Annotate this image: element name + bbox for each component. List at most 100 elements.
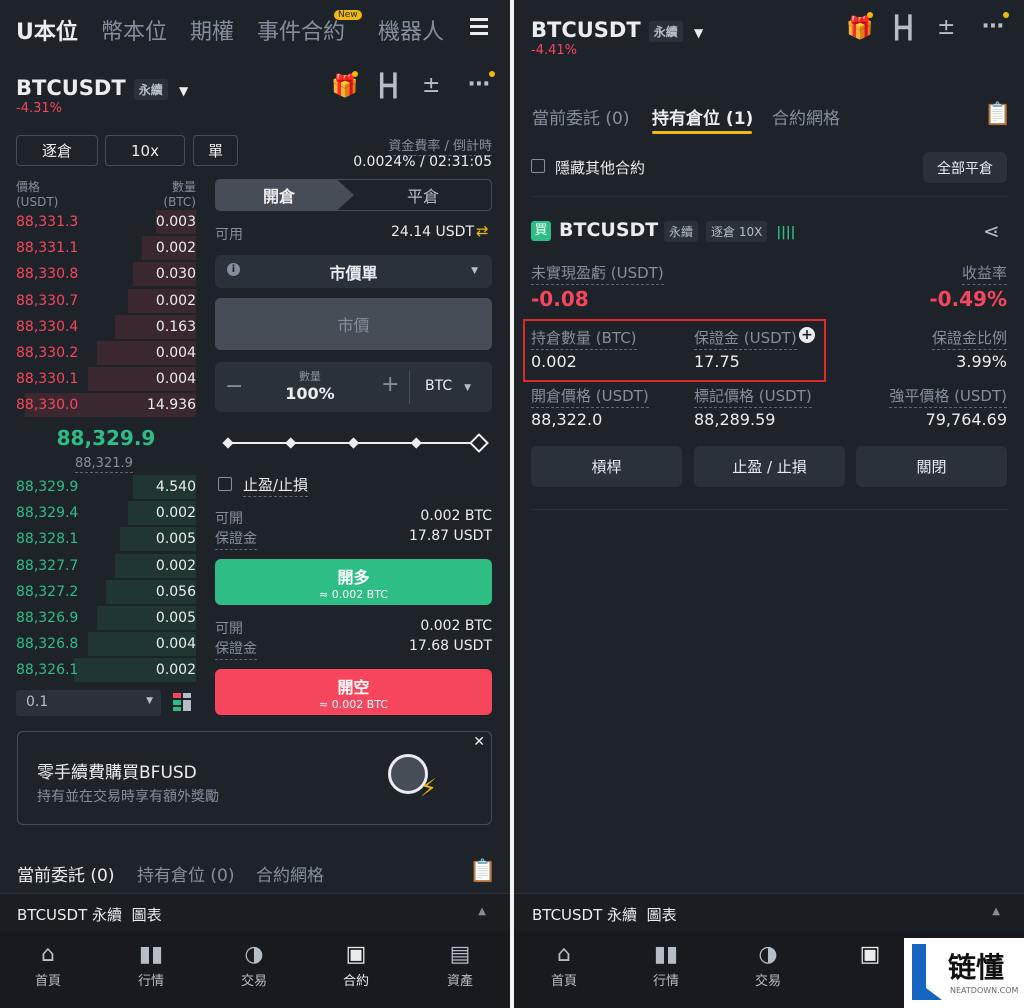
price-input[interactable]: 市價 bbox=[215, 298, 492, 350]
open-long-button[interactable]: 開多 ≈ 0.002 BTC bbox=[215, 559, 492, 605]
nav-trade[interactable]: ◑ 交易 bbox=[738, 942, 798, 989]
hide-other-label[interactable]: 隱藏其他合約 bbox=[555, 157, 645, 178]
orderbook-row[interactable]: 88,330.0 14.936 bbox=[16, 393, 196, 419]
bar-chart-icon: ▮▮ bbox=[138, 942, 164, 967]
more-icon[interactable]: ⋯ bbox=[468, 74, 490, 96]
position-size-label: 持倉數量 (BTC) bbox=[531, 327, 637, 350]
calculator-icon[interactable]: ± bbox=[422, 75, 440, 97]
hamburger-icon[interactable] bbox=[470, 18, 488, 36]
leverage-button[interactable]: 10x bbox=[105, 135, 185, 166]
tab-grid[interactable]: 合約網格 bbox=[256, 861, 324, 886]
orderbook-row[interactable]: 88,326.8 0.004 bbox=[16, 632, 196, 658]
orderbook-row[interactable]: 88,327.2 0.056 bbox=[16, 579, 196, 606]
candlestick-icon[interactable]: ┣┫ bbox=[890, 18, 917, 40]
orderbook-row[interactable]: 88,330.4 0.163 bbox=[16, 314, 196, 341]
nav-futures[interactable]: ▣ 合約 bbox=[326, 942, 386, 989]
orderbook-price: 88,330.4 bbox=[16, 318, 79, 335]
leverage-button[interactable]: 槓桿 bbox=[531, 446, 682, 487]
tab-close[interactable]: 平倉 bbox=[354, 180, 491, 210]
nav-markets[interactable]: ▮▮ 行情 bbox=[636, 942, 696, 989]
close-position-button[interactable]: 關閉 bbox=[856, 446, 1007, 487]
tab-options[interactable]: 期權 bbox=[190, 14, 234, 46]
info-icon[interactable]: i bbox=[227, 263, 240, 276]
nav-home[interactable]: ⌂ 首頁 bbox=[534, 942, 594, 989]
tab-usdm[interactable]: U本位 bbox=[16, 14, 78, 46]
tpsl-checkbox[interactable] bbox=[218, 477, 232, 491]
symbol-selector[interactable]: BTCUSDT 永續 ▼ bbox=[16, 76, 188, 100]
unrealized-pnl-label: 未實現盈虧 (USDT) bbox=[531, 262, 664, 285]
orderbook-row[interactable]: 88,330.1 0.004 bbox=[16, 367, 196, 393]
orderbook-row[interactable]: 88,326.9 0.005 bbox=[16, 606, 196, 632]
share-icon[interactable]: ⋖ bbox=[983, 220, 1000, 242]
tab-open[interactable]: 開倉 bbox=[216, 180, 354, 210]
slider-stop[interactable] bbox=[347, 437, 360, 449]
tab-bots[interactable]: 機器人 bbox=[378, 14, 444, 46]
position-mode-button[interactable]: 單 bbox=[193, 135, 238, 166]
nav-futures[interactable]: ▣ bbox=[840, 942, 900, 970]
transfer-icon[interactable]: ⇄ bbox=[476, 222, 489, 240]
tab-grid[interactable]: 合約網格 bbox=[772, 104, 840, 129]
nav-home[interactable]: ⌂ 首頁 bbox=[18, 942, 78, 989]
calculator-icon[interactable]: ± bbox=[937, 17, 955, 39]
quantity-unit-select[interactable]: BTC ▼ bbox=[425, 378, 471, 394]
tpsl-label[interactable]: 止盈/止損 bbox=[243, 474, 309, 497]
futures-icon: ▣ bbox=[345, 942, 367, 967]
symbol-selector[interactable]: BTCUSDT 永續 ▼ bbox=[531, 18, 703, 42]
orderbook-row[interactable]: 88,331.1 0.002 bbox=[16, 236, 196, 262]
tpsl-button[interactable]: 止盈 / 止損 bbox=[694, 446, 845, 487]
quantity-slider[interactable] bbox=[215, 432, 492, 454]
slider-thumb[interactable] bbox=[469, 433, 489, 453]
divider bbox=[531, 196, 1007, 197]
depth-step-select[interactable]: 0.1 ▼ bbox=[16, 690, 161, 716]
orderbook-layout-icon[interactable] bbox=[173, 693, 191, 711]
orderbook-row[interactable]: 88,330.7 0.002 bbox=[16, 288, 196, 315]
orderbook-qty: 0.002 bbox=[155, 240, 196, 257]
quantity-input[interactable]: − 數量 100% + BTC ▼ bbox=[215, 362, 492, 412]
minus-icon[interactable]: − bbox=[225, 374, 243, 399]
history-icon[interactable]: 📋 bbox=[469, 861, 496, 883]
candlestick-icon[interactable]: ┣┫ bbox=[375, 76, 402, 98]
orderbook-row[interactable]: 88,328.1 0.005 bbox=[16, 527, 196, 553]
orderbook-row[interactable]: 88,329.9 4.540 bbox=[16, 475, 196, 501]
nav-markets[interactable]: ▮▮ 行情 bbox=[121, 942, 181, 989]
orderbook-row[interactable]: 88,329.4 0.002 bbox=[16, 501, 196, 527]
lightning-icon: ⚡ bbox=[420, 774, 437, 802]
close-all-button[interactable]: 全部平倉 bbox=[923, 152, 1007, 183]
slider-stop[interactable] bbox=[222, 437, 234, 449]
orderbook-row[interactable]: 88,330.8 0.030 bbox=[16, 262, 196, 288]
chart-bar[interactable]: BTCUSDT 永續 圖表 ▲ bbox=[0, 893, 510, 931]
promo-banner[interactable]: 零手續費購買BFUSD 持有並在交易時享有額外獎勵 ⚡ ✕ bbox=[17, 731, 492, 825]
tab-positions[interactable]: 持有倉位 (1) bbox=[652, 104, 753, 129]
tab-coinm[interactable]: 幣本位 bbox=[101, 14, 167, 46]
chart-bar[interactable]: BTCUSDT 永續 圖表 ▲ bbox=[514, 893, 1024, 931]
orderbook-qty: 0.003 bbox=[155, 214, 196, 230]
more-dot bbox=[489, 71, 495, 77]
orderbook-row[interactable]: 88,326.1 0.002 bbox=[16, 658, 196, 684]
plus-icon[interactable]: + bbox=[381, 372, 399, 397]
gift-icon[interactable]: 🎁 bbox=[846, 18, 873, 40]
order-type-select[interactable]: i 市價單 ▼ bbox=[215, 255, 492, 288]
nav-trade[interactable]: ◑ 交易 bbox=[224, 942, 284, 989]
tab-event-contracts[interactable]: 事件合約 bbox=[257, 14, 345, 46]
position-symbol[interactable]: BTCUSDT bbox=[559, 219, 658, 241]
divider bbox=[531, 509, 1007, 510]
liq-price-value: 79,764.69 bbox=[925, 410, 1007, 429]
slider-stop[interactable] bbox=[410, 437, 422, 449]
tab-positions[interactable]: 持有倉位 (0) bbox=[137, 861, 234, 886]
slider-stop[interactable] bbox=[285, 437, 297, 449]
nav-assets[interactable]: ▤ 資產 bbox=[430, 942, 490, 989]
orderbook-row[interactable]: 88,327.7 0.002 bbox=[16, 553, 196, 580]
close-icon[interactable]: ✕ bbox=[473, 734, 485, 750]
tab-open-orders[interactable]: 當前委託 (0) bbox=[17, 861, 114, 886]
add-margin-icon[interactable]: + bbox=[799, 327, 815, 343]
margin-mode-button[interactable]: 逐倉 bbox=[16, 135, 98, 166]
more-icon[interactable]: ⋯ bbox=[982, 16, 1004, 38]
tab-open-orders[interactable]: 當前委託 (0) bbox=[532, 104, 629, 129]
orderbook-row[interactable]: 88,330.2 0.004 bbox=[16, 341, 196, 367]
gift-icon[interactable]: 🎁 bbox=[331, 76, 358, 98]
orderbook-row[interactable]: 88,331.3 0.003 bbox=[16, 210, 196, 236]
history-icon[interactable]: 📋 bbox=[984, 104, 1011, 126]
margin-ratio-value: 3.99% bbox=[956, 352, 1007, 371]
hide-other-checkbox[interactable] bbox=[531, 159, 545, 173]
open-short-button[interactable]: 開空 ≈ 0.002 BTC bbox=[215, 669, 492, 715]
